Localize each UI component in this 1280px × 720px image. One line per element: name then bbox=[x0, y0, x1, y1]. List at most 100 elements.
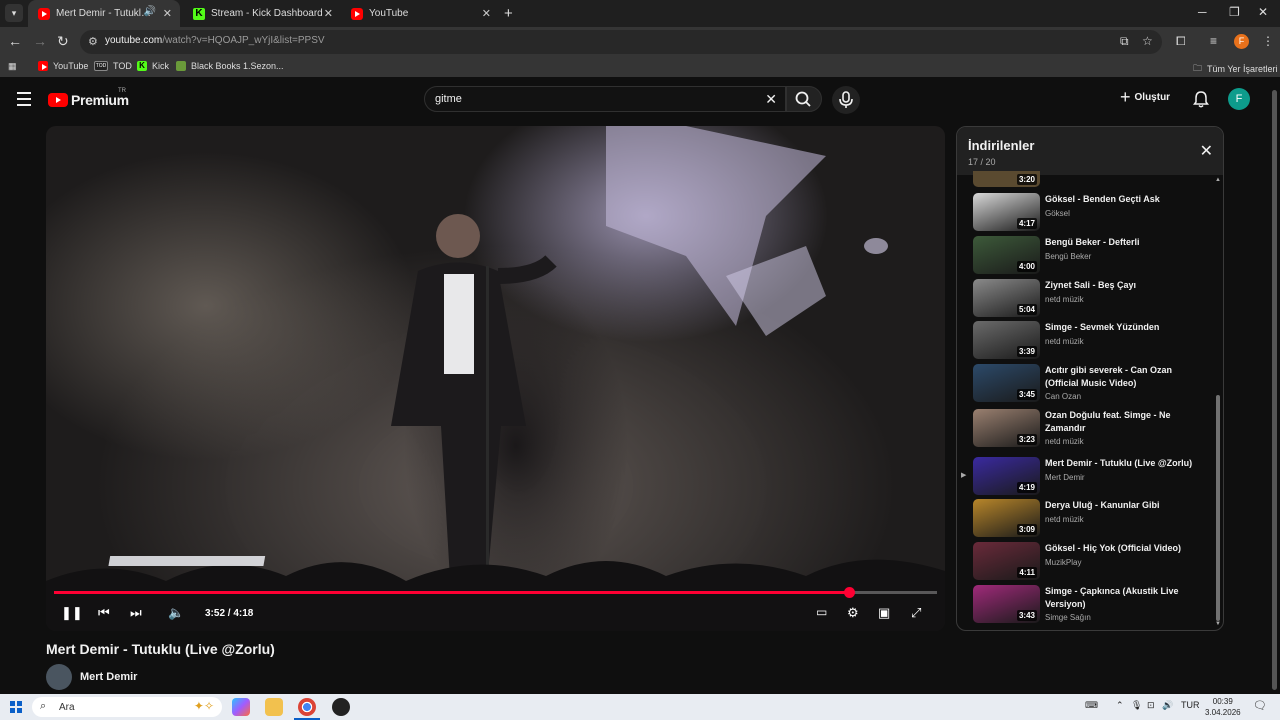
all-bookmarks[interactable]: 🗀 Tüm Yer İşaretleri bbox=[1193, 61, 1278, 77]
playlist-item[interactable]: 3:39 Simge - Sevmek Yüzünden netd müzik bbox=[973, 321, 1213, 364]
playlist-item[interactable]: 3:43 Simge - Çapkınca (Akustik Live Versi… bbox=[973, 585, 1213, 628]
scroll-down-arrow-icon[interactable]: ▼ bbox=[1215, 621, 1221, 627]
progress-bar[interactable] bbox=[54, 587, 937, 598]
speaker-icon[interactable]: 🔊 bbox=[144, 6, 156, 17]
cast-icon[interactable]: ⧉ bbox=[1120, 34, 1129, 49]
video-duration: 4:11 bbox=[1017, 567, 1037, 578]
playlist-item-title: Mert Demir - Tutuklu (Live @Zorlu) bbox=[1045, 458, 1193, 468]
playlist-item[interactable]: 4:19 Mert Demir - Tutuklu (Live @Zorlu) Me… bbox=[973, 457, 1213, 500]
apps-icon[interactable]: ▦ bbox=[8, 61, 17, 72]
keyboard-icon[interactable]: ⌨ bbox=[1085, 700, 1098, 711]
tab-mert-demir[interactable]: Mert Demir - Tutuklu (Live 🔊 ✕ bbox=[28, 0, 180, 27]
minimize-button[interactable]: ─ bbox=[1198, 5, 1207, 19]
close-tab-icon[interactable]: ✕ bbox=[163, 7, 172, 20]
black-books-icon bbox=[176, 61, 186, 71]
playlist-item-channel: Can Ozan bbox=[1045, 392, 1082, 401]
restore-button[interactable]: ❐ bbox=[1229, 5, 1240, 19]
next-button[interactable]: ⏭ bbox=[130, 605, 142, 621]
close-window-button[interactable]: ✕ bbox=[1258, 5, 1268, 19]
pause-button[interactable]: ❚❚ bbox=[61, 605, 83, 621]
profile-avatar[interactable]: F bbox=[1234, 34, 1249, 49]
network-icon[interactable]: ⊡ bbox=[1147, 700, 1155, 711]
search-button[interactable] bbox=[786, 86, 822, 112]
windows-start-icon[interactable] bbox=[10, 701, 22, 713]
page-scrollbar[interactable] bbox=[1272, 90, 1277, 690]
theater-mode-icon[interactable]: ▣ bbox=[878, 605, 890, 621]
tray-expand-icon[interactable]: ⌃ bbox=[1116, 700, 1124, 711]
copilot-icon[interactable] bbox=[232, 698, 250, 716]
playlist-item-channel: MuzikPlay bbox=[1045, 558, 1082, 567]
voice-search-button[interactable] bbox=[832, 86, 860, 114]
clear-search-icon[interactable]: ✕ bbox=[765, 91, 777, 108]
folder-icon: 🗀 bbox=[1193, 63, 1203, 73]
site-info-icon[interactable]: ⚙ bbox=[88, 35, 98, 48]
video-player[interactable]: ❚❚ ⏮ ⏭ 🔈 3:52 / 4:18 ▭ ⚙ ▣ ⤢ bbox=[46, 126, 945, 631]
bookmark-star-icon[interactable]: ☆ bbox=[1142, 34, 1153, 48]
taskbar-clock[interactable]: 00:39 3.04.2026 bbox=[1205, 696, 1241, 718]
subtitles-icon[interactable]: ▭ bbox=[816, 605, 827, 619]
bookmark-kick[interactable]: K Kick bbox=[137, 61, 169, 71]
video-title: Mert Demir - Tutuklu (Live @Zorlu) bbox=[46, 641, 275, 657]
notification-center-icon[interactable]: 🗨 bbox=[1253, 699, 1267, 712]
microphone-tray-icon[interactable]: 🎙 bbox=[1131, 700, 1142, 711]
playlist-item[interactable]: 4:11 Göksel - Hiç Yok (Official Video) Muz… bbox=[973, 542, 1213, 585]
taskbar-search[interactable]: ⌕ Ara ✦✧ bbox=[32, 697, 222, 717]
playlist-scrollbar[interactable] bbox=[1216, 395, 1220, 621]
video-duration: 5:04 bbox=[1016, 304, 1037, 315]
scroll-up-arrow-icon[interactable]: ▲ bbox=[1215, 177, 1221, 183]
video-frame bbox=[46, 126, 945, 631]
bookmark-youtube[interactable]: YouTube bbox=[38, 61, 88, 71]
address-bar[interactable]: ⚙ youtube.com/watch?v=HQOAJP_wYjI&list=P… bbox=[80, 30, 1162, 54]
notifications-bell-icon[interactable] bbox=[1193, 90, 1209, 113]
app-icon[interactable] bbox=[332, 698, 350, 716]
forward-button[interactable]: → bbox=[33, 33, 47, 49]
playlist-item-channel: netd müzik bbox=[1045, 295, 1084, 304]
search-input[interactable]: gitme ✕ bbox=[424, 86, 786, 112]
playlist-item[interactable]: 3:45 Acıtır gibi severek - Can Ozan (Offi… bbox=[973, 364, 1213, 407]
video-duration: 3:39 bbox=[1016, 346, 1037, 357]
file-explorer-icon[interactable] bbox=[265, 698, 283, 716]
menu-icon[interactable]: ⋮ bbox=[1262, 34, 1274, 48]
search-icon bbox=[795, 91, 811, 107]
language-indicator[interactable]: TUR bbox=[1181, 700, 1200, 710]
chrome-icon[interactable] bbox=[298, 698, 316, 716]
account-avatar[interactable]: F bbox=[1228, 88, 1250, 110]
channel-name[interactable]: Mert Demir bbox=[80, 671, 137, 683]
search-icon: ⌕ bbox=[40, 700, 47, 712]
playlist-title[interactable]: İndirilenler bbox=[968, 138, 1034, 153]
media-control-icon[interactable]: ≡ bbox=[1210, 34, 1217, 48]
playlist-item[interactable]: 5:04 Ziynet Sali - Beş Çayı netd müzik bbox=[973, 279, 1213, 322]
volume-icon[interactable]: 🔈 bbox=[168, 605, 184, 621]
playlist-item-title: Ozan Doğulu feat. Simge - Ne Zamandır bbox=[1045, 410, 1171, 433]
bookmark-tod[interactable]: TOD TOD bbox=[94, 61, 132, 71]
extensions-icon[interactable]: ⧠ bbox=[1176, 34, 1186, 49]
bookmark-black-books[interactable]: Black Books 1.Sezon... bbox=[176, 61, 284, 71]
close-tab-icon[interactable]: ✕ bbox=[482, 7, 491, 20]
tab-youtube[interactable]: YouTube ✕ bbox=[341, 0, 499, 27]
channel-avatar[interactable] bbox=[46, 664, 72, 690]
playlist-position: 17 / 20 bbox=[968, 157, 996, 167]
settings-gear-icon[interactable]: ⚙ bbox=[847, 605, 859, 621]
volume-tray-icon[interactable]: 🔊 bbox=[1162, 700, 1173, 711]
playlist-item[interactable]: 4:17 Göksel - Benden Geçti Ask Göksel bbox=[973, 193, 1213, 236]
new-tab-button[interactable]: + bbox=[504, 5, 513, 22]
playlist-item[interactable]: 4:00 Bengü Beker - Defterli Bengü Beker bbox=[973, 236, 1213, 279]
tab-kick-dashboard[interactable]: K Stream - Kick Dashboard ✕ bbox=[183, 0, 341, 27]
tab-title: Stream - Kick Dashboard bbox=[211, 8, 323, 19]
reload-button[interactable]: ↻ bbox=[57, 33, 69, 50]
youtube-premium-logo[interactable]: Premium TR bbox=[48, 88, 129, 108]
close-playlist-icon[interactable]: ✕ bbox=[1200, 141, 1213, 161]
back-button[interactable]: ← bbox=[8, 33, 22, 49]
playlist-item[interactable]: 3:23 Ozan Doğulu feat. Simge - Ne Zamandı… bbox=[973, 409, 1213, 452]
progress-played bbox=[54, 591, 849, 594]
previous-button[interactable]: ⏮ bbox=[98, 605, 110, 621]
tab-search-button[interactable]: ▾ bbox=[5, 4, 23, 22]
playlist-item-channel: Simge Sağın bbox=[1045, 613, 1091, 622]
progress-scrubber[interactable] bbox=[843, 587, 855, 598]
create-button[interactable]: + Oluştur bbox=[1120, 88, 1170, 106]
fullscreen-icon[interactable]: ⤢ bbox=[911, 605, 921, 621]
list-item[interactable]: 3:20 bbox=[973, 171, 1213, 187]
close-tab-icon[interactable]: ✕ bbox=[324, 7, 333, 20]
playlist-item[interactable]: 3:09 Derya Uluğ - Kanunlar Gibi netd müzik bbox=[973, 499, 1213, 542]
menu-hamburger-icon[interactable] bbox=[17, 92, 31, 110]
